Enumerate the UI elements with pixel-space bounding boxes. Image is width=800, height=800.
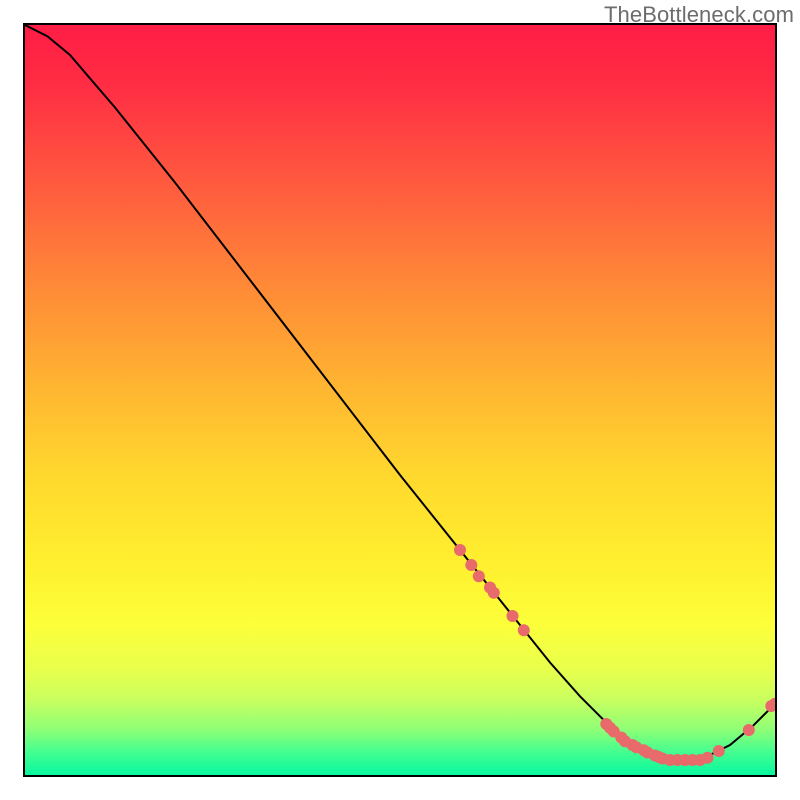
plot-area xyxy=(23,23,777,777)
watermark-text: TheBottleneck.com xyxy=(604,2,794,28)
markers-group xyxy=(454,544,777,766)
data-marker xyxy=(465,559,477,571)
data-marker xyxy=(713,745,725,757)
data-marker xyxy=(507,610,519,622)
data-marker xyxy=(454,544,466,556)
data-marker xyxy=(518,624,530,636)
curve-line xyxy=(25,25,775,760)
chart-container: TheBottleneck.com xyxy=(0,0,800,800)
data-marker xyxy=(488,587,500,599)
chart-svg xyxy=(25,25,775,775)
data-marker xyxy=(702,752,714,764)
data-marker xyxy=(743,724,755,736)
data-marker xyxy=(473,570,485,582)
